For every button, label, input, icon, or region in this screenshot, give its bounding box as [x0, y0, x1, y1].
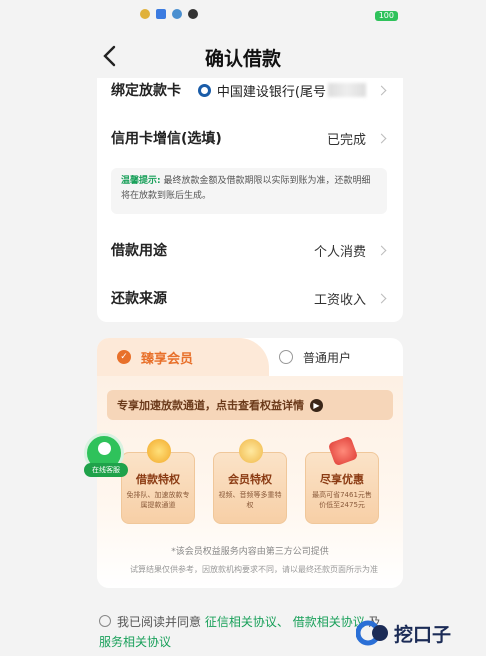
- ccb-bank-logo-icon: [197, 83, 211, 97]
- chevron-right-icon: [376, 133, 387, 143]
- masked-card-number: [328, 83, 366, 97]
- benefit-title: 借款特权: [136, 473, 180, 486]
- crown-icon: [239, 439, 263, 463]
- agreement-prefix: 我已阅读并同意: [117, 615, 202, 629]
- notification-icons: [140, 9, 198, 19]
- agreement-line: 我已阅读并同意 征信相关协议、 借款相关协议 及 服务相关协议: [99, 612, 399, 652]
- membership-body: 专享加速放款通道，点击查看权益详情 ▶ 借款特权 免排队、加速放款专属提款通道 …: [97, 376, 403, 588]
- arrow-right-icon: ▶: [310, 398, 323, 412]
- benefit-desc: 视频、音频等多重特权: [218, 491, 282, 509]
- row-repayment-source[interactable]: 还款来源 工资收入: [111, 286, 387, 310]
- app-notification-icon: [172, 9, 182, 19]
- row-value: 工资收入: [313, 292, 366, 308]
- page-title: 确认借款: [204, 48, 281, 70]
- radio-unchecked-icon: [279, 350, 293, 364]
- benefit-desc: 免排队、加速放款专属提款通道: [126, 491, 190, 509]
- third-party-footnote: *该会员权益服务内容由第三方公司提供: [171, 547, 329, 557]
- qq-icon: [188, 9, 198, 19]
- battery-indicator: 100: [374, 11, 398, 21]
- online-service-button[interactable]: 在线客服: [84, 433, 128, 477]
- row-value: 个人消费: [313, 244, 366, 260]
- link-service-agreement[interactable]: 服务相关协议: [99, 635, 171, 649]
- benefit-title: 会员特权: [228, 473, 272, 486]
- membership-tabs: ✓ 臻享会员 普通用户: [97, 338, 403, 376]
- coupon-icon: [327, 435, 359, 467]
- nav-bar: 确认借款: [0, 30, 486, 82]
- app-notification-icon: [156, 9, 166, 19]
- bank-card-value: 中国建设银行(尾号: [216, 84, 326, 100]
- loan-form-card: 绑定放款卡 中国建设银行(尾号 信用卡增信(选填) 已完成 温馨提示: 最终放款…: [97, 78, 403, 322]
- chevron-right-icon: [376, 245, 387, 255]
- row-value: 已完成: [326, 132, 366, 148]
- tab-regular-user[interactable]: 普通用户: [269, 338, 403, 376]
- agreement-checkbox[interactable]: [99, 615, 111, 627]
- watermark-logo-icon: [356, 620, 388, 646]
- benefit-discount[interactable]: 尽享优惠 最高可省7461元售价低至2475元: [305, 435, 379, 524]
- row-label: 绑定放款卡: [111, 83, 181, 99]
- row-label: 借款用途: [111, 243, 167, 259]
- banner-text: 专享加速放款通道，点击查看权益详情: [117, 399, 304, 412]
- tab-label: 普通用户: [303, 350, 352, 365]
- membership-card: ✓ 臻享会员 普通用户 专享加速放款通道，点击查看权益详情 ▶ 借款特权 免排队…: [97, 338, 403, 588]
- row-bound-card[interactable]: 绑定放款卡 中国建设银行(尾号: [111, 78, 387, 102]
- benefit-member-privilege[interactable]: 会员特权 视频、音频等多重特权: [213, 439, 287, 524]
- watermark-text: 挖口子: [394, 623, 452, 646]
- benefit-title: 尽享优惠: [320, 473, 364, 486]
- tip-box: 温馨提示: 最终放款金额及借款期限以实际到账为准，还款明细将在放款到账后生成。: [111, 168, 387, 214]
- link-loan-agreement[interactable]: 借款相关协议: [293, 615, 365, 629]
- chevron-right-icon: [376, 85, 387, 95]
- tip-label: 温馨提示:: [121, 176, 161, 186]
- row-loan-purpose[interactable]: 借款用途 个人消费: [111, 238, 387, 262]
- coin-icon: [147, 439, 171, 463]
- watermark: 挖口子: [356, 618, 451, 648]
- row-label: 还款来源: [111, 291, 167, 307]
- chevron-right-icon: [376, 293, 387, 303]
- tab-premium-member[interactable]: ✓ 臻享会员: [97, 338, 269, 376]
- estimate-disclaimer: 试算结果仅供参考，因放款机构要求不同，请以最终还款页面所示为准: [130, 565, 378, 574]
- link-credit-agreement[interactable]: 征信相关协议、: [205, 615, 289, 629]
- benefit-desc: 最高可省7461元售价低至2475元: [312, 491, 372, 509]
- benefits-banner[interactable]: 专享加速放款通道，点击查看权益详情 ▶: [107, 390, 393, 420]
- row-credit-enhance[interactable]: 信用卡增信(选填) 已完成: [111, 126, 387, 150]
- benefit-loan-privilege[interactable]: 借款特权 免排队、加速放款专属提款通道: [121, 439, 195, 524]
- tab-label: 臻享会员: [141, 351, 194, 367]
- row-label: 信用卡增信(选填): [111, 131, 222, 147]
- online-service-label: 在线客服: [84, 463, 128, 477]
- status-bar: 100: [0, 0, 486, 30]
- check-icon: ✓: [117, 350, 131, 364]
- app-notification-icon: [140, 9, 150, 19]
